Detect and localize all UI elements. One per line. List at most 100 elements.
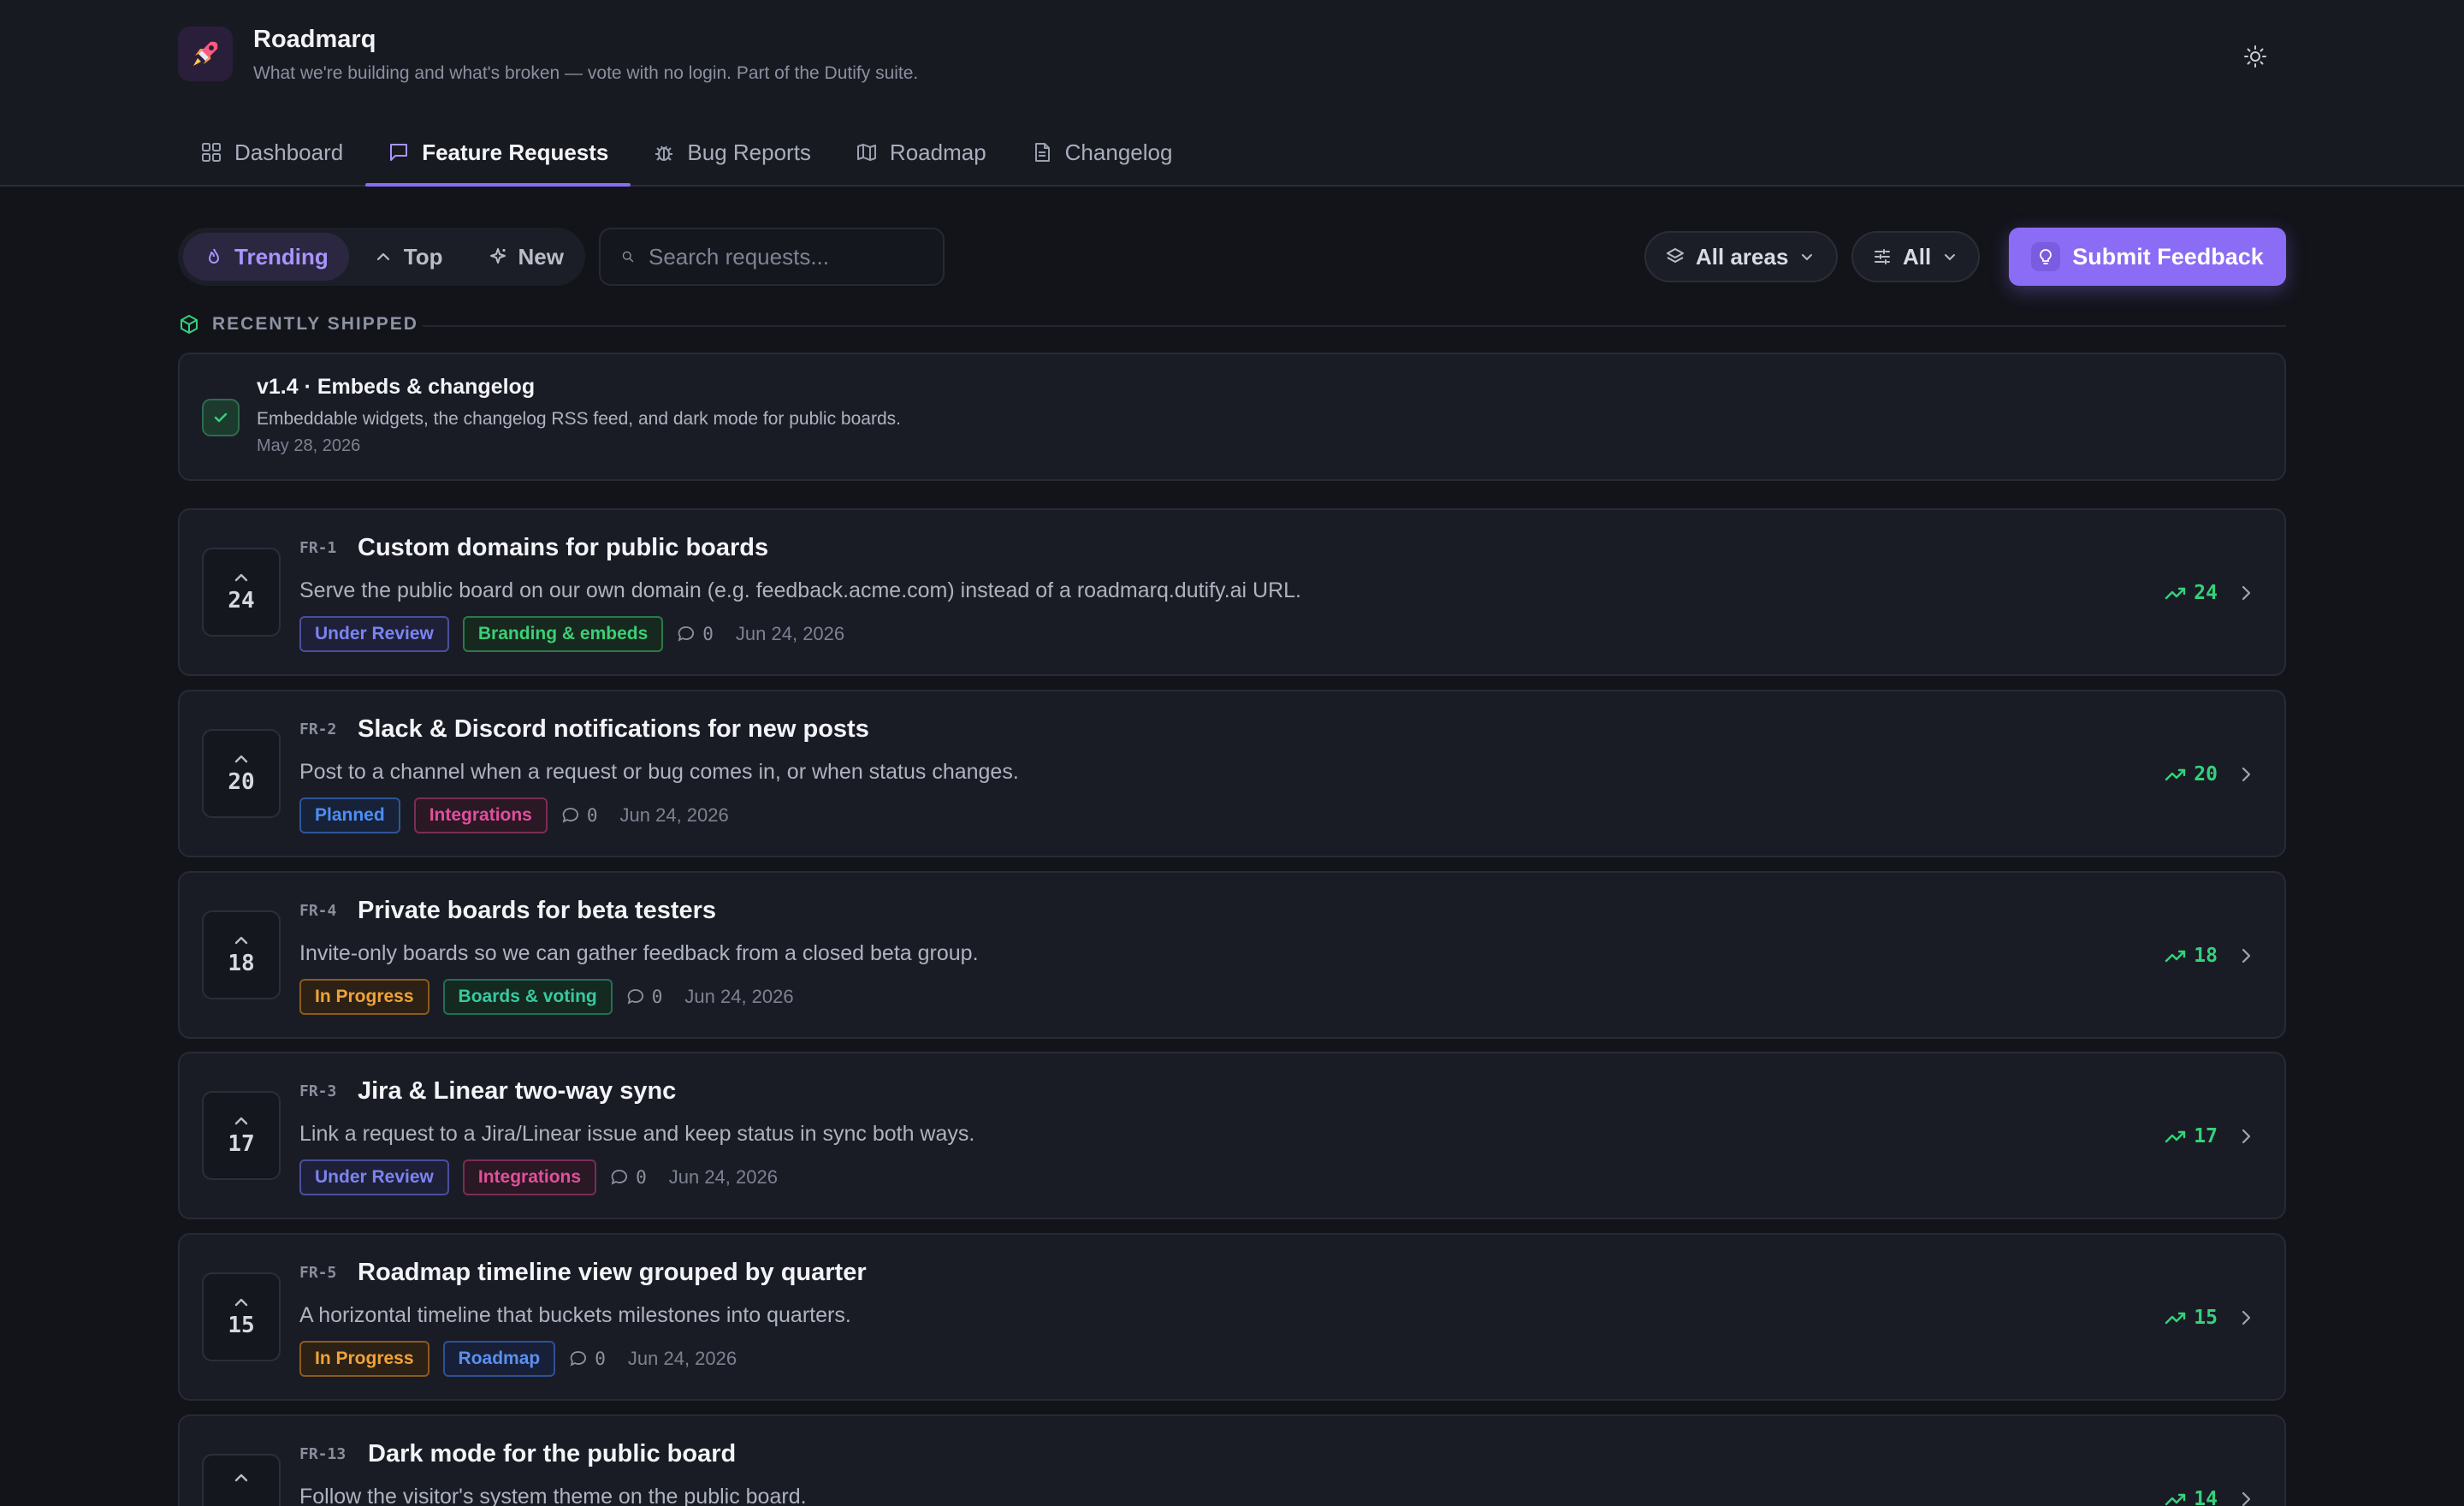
trend-value: 18	[2194, 945, 2218, 967]
status-filter-dropdown[interactable]: All	[1851, 231, 1980, 282]
upvote-button[interactable]: 18	[202, 910, 281, 999]
tab-dashboard[interactable]: Dashboard	[178, 120, 365, 185]
trend-score: 20	[2165, 763, 2218, 786]
trending-up-icon	[2165, 1493, 2186, 1506]
shipped-title: v1.4 · Embeds & changelog	[257, 375, 536, 399]
comment-icon	[611, 1170, 628, 1185]
request-title: Custom domains for public boards	[358, 534, 769, 561]
sort-top-button[interactable]: Top	[352, 233, 464, 281]
tab-bug-reports[interactable]: Bug Reports	[631, 120, 833, 185]
search-box	[599, 228, 945, 286]
comment-count-value: 0	[586, 805, 598, 826]
sort-new-button[interactable]: New	[467, 233, 584, 281]
tab-feature-requests[interactable]: Feature Requests	[365, 120, 631, 187]
request-description: Invite-only boards so we can gather feed…	[299, 941, 979, 965]
upvote-button[interactable]: 17	[202, 1091, 281, 1180]
tab-label: Roadmap	[889, 139, 986, 165]
vote-count: 24	[228, 588, 255, 614]
trend-value: 24	[2194, 582, 2218, 604]
chevron-right-icon	[2242, 1491, 2251, 1506]
status-badge: In Progress	[299, 1341, 429, 1377]
request-id: FR-5	[299, 1264, 337, 1282]
tab-changelog[interactable]: Changelog	[1009, 120, 1195, 185]
request-card[interactable]: FR-13 Dark mode for the public board Fol…	[178, 1414, 2286, 1506]
request-card[interactable]: 20 FR-2 Slack & Discord notifications fo…	[178, 690, 2286, 857]
upvote-button[interactable]: 24	[202, 548, 281, 637]
sliders-icon	[1875, 249, 1890, 264]
chevron-right-icon	[2242, 1310, 2251, 1325]
theme-toggle-button[interactable]	[2236, 38, 2274, 75]
request-title: Private boards for beta testers	[358, 897, 717, 924]
request-date: Jun 24, 2026	[627, 1348, 737, 1369]
section-divider	[423, 325, 2286, 327]
vote-count: 20	[228, 769, 255, 795]
status-badge: Planned	[299, 797, 400, 833]
map-icon	[856, 144, 876, 161]
submit-feedback-button[interactable]: Submit Feedback	[2009, 228, 2286, 286]
category-badge: Integrations	[413, 797, 548, 833]
comment-icon	[570, 1351, 587, 1367]
layers-icon	[1667, 248, 1684, 263]
status-badge: Under Review	[299, 1159, 449, 1195]
trending-up-icon	[2165, 587, 2186, 600]
upvote-button[interactable]	[202, 1454, 281, 1506]
category-badge: Integrations	[462, 1159, 597, 1195]
trend-value: 14	[2194, 1488, 2218, 1506]
request-date: Jun 24, 2026	[684, 986, 794, 1007]
lightbulb-icon	[2031, 242, 2061, 271]
shipped-date: May 28, 2026	[257, 436, 361, 455]
chevron-right-icon	[2242, 948, 2251, 963]
flame-icon	[209, 248, 219, 264]
request-id: FR-4	[299, 902, 337, 920]
comment-count: 0	[677, 624, 714, 644]
chevron-up-icon	[234, 755, 248, 763]
search-input[interactable]	[649, 243, 922, 270]
sort-trending-button[interactable]: Trending	[183, 233, 349, 281]
request-card[interactable]: 15 FR-5 Roadmap timeline view grouped by…	[178, 1233, 2286, 1401]
area-filter-value: All areas	[1696, 243, 1789, 270]
request-title: Jira & Linear two-way sync	[358, 1077, 677, 1105]
tab-roadmap[interactable]: Roadmap	[833, 120, 1009, 185]
sun-icon	[2244, 45, 2266, 68]
upvote-button[interactable]: 15	[202, 1272, 281, 1361]
trending-up-icon	[2165, 1312, 2186, 1325]
request-id: FR-2	[299, 720, 337, 738]
chevron-right-icon	[2242, 1129, 2251, 1144]
comment-count: 0	[569, 1349, 606, 1369]
trend-score: 15	[2165, 1307, 2218, 1329]
area-filter-dropdown[interactable]: All areas	[1644, 231, 1838, 282]
upvote-button[interactable]: 20	[202, 729, 281, 818]
request-card[interactable]: 18 FR-4 Private boards for beta testers …	[178, 871, 2286, 1039]
rocket-icon	[193, 41, 218, 66]
request-id: FR-13	[299, 1445, 346, 1463]
comment-count: 0	[626, 987, 662, 1007]
chevron-up-icon	[234, 1298, 248, 1307]
trending-up-icon	[2165, 768, 2186, 781]
sort-label: Trending	[234, 243, 329, 270]
trending-up-icon	[2165, 1130, 2186, 1143]
search-icon	[622, 251, 634, 263]
request-id: FR-1	[299, 539, 337, 557]
tab-label: Dashboard	[234, 139, 344, 165]
section-label-text: RECENTLY SHIPPED	[212, 314, 418, 334]
chevron-down-icon	[1945, 254, 1956, 261]
message-icon	[390, 144, 408, 161]
sort-label: Top	[403, 243, 443, 270]
chevron-up-icon	[234, 573, 248, 582]
trend-score: 24	[2165, 582, 2218, 604]
main-tabs: Dashboard Feature Requests Bug Reports R…	[178, 120, 1194, 187]
tab-label: Changelog	[1064, 139, 1173, 165]
comment-count: 0	[561, 805, 598, 826]
vote-count: 17	[228, 1131, 255, 1157]
bug-icon	[655, 145, 673, 161]
vote-count: 15	[228, 1313, 255, 1338]
vote-count: 18	[228, 951, 255, 976]
trend-value: 15	[2194, 1307, 2218, 1329]
request-description: Serve the public board on our own domain…	[299, 578, 1301, 602]
comment-count-value: 0	[595, 1349, 606, 1369]
request-description: Link a request to a Jira/Linear issue an…	[299, 1122, 975, 1146]
comment-icon	[627, 989, 643, 1005]
request-card[interactable]: 17 FR-3 Jira & Linear two-way sync Link …	[178, 1052, 2286, 1219]
package-icon	[181, 315, 198, 334]
request-card[interactable]: 24 FR-1 Custom domains for public boards…	[178, 508, 2286, 676]
